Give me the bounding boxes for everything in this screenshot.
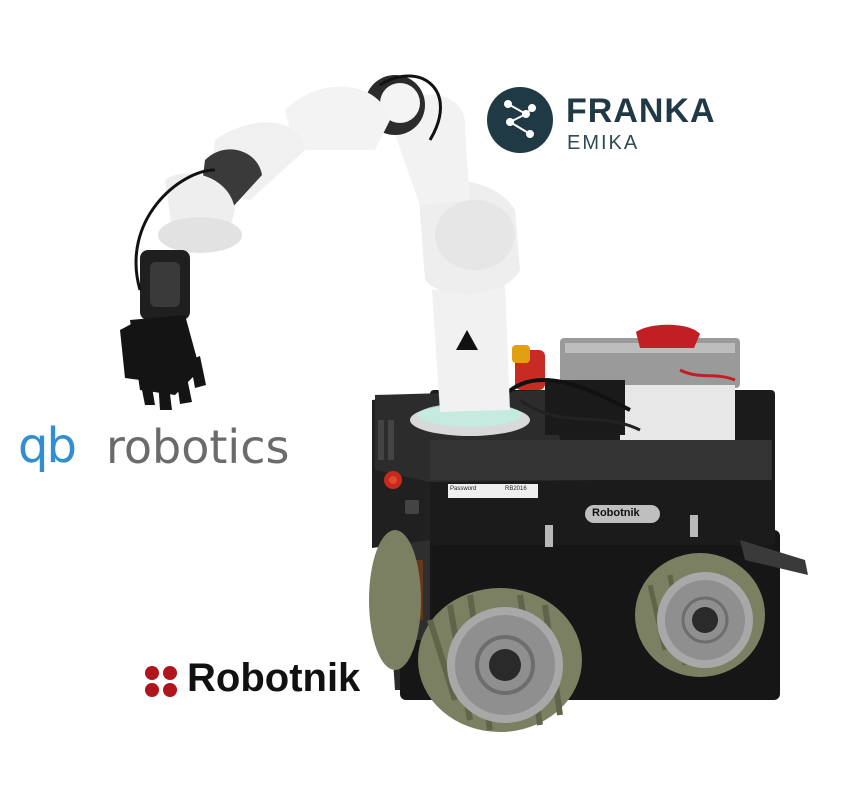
robotnik-wordmark: Robotnik — [187, 656, 361, 700]
franka-mark-icon — [487, 87, 553, 153]
emika-wordmark: EMIKA — [567, 132, 640, 154]
front-right-wheel — [635, 553, 765, 677]
qb-wordmark: robotics — [106, 420, 290, 474]
panel-label-right: RB2016 — [505, 486, 527, 492]
franka-wordmark: FRANKA — [566, 92, 716, 130]
soft-hand-gripper — [120, 315, 206, 410]
rear-left-wheel — [369, 530, 421, 670]
qb-mark-icon: qb — [18, 418, 77, 474]
qb-robotics-logo: qb robotics — [18, 412, 318, 474]
front-left-wheel — [418, 588, 582, 732]
base-badge-label: Robotnik — [592, 507, 640, 519]
panel-label-left: Password — [450, 486, 477, 492]
franka-emika-logo: FRANKA EMIKA — [486, 86, 756, 156]
robotnik-dots-icon — [145, 666, 177, 697]
robotnik-logo: Robotnik — [143, 656, 413, 708]
